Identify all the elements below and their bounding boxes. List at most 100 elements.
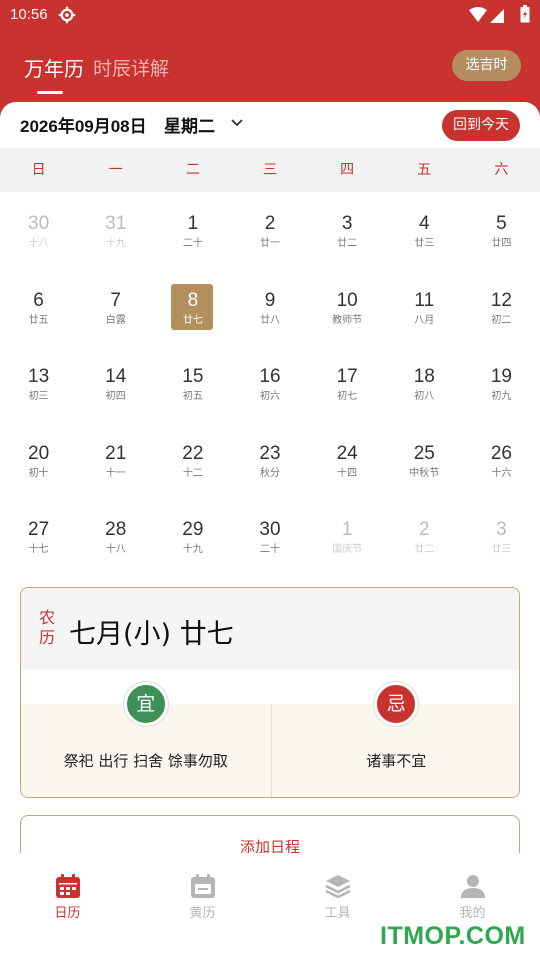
lunar-day-label: 十八 [105, 544, 126, 555]
lunar-day-label: 廿二 [337, 238, 358, 249]
weekday-header: 日 一 二 三 四 五 六 [0, 148, 540, 192]
lunar-day-label: 廿五 [28, 314, 49, 326]
calendar-day[interactable]: 2 廿二 [386, 502, 463, 579]
day-number: 30 [28, 213, 50, 234]
day-number: 15 [182, 366, 204, 387]
back-to-today-button[interactable]: 回到今天 [442, 110, 520, 141]
calendar-day[interactable]: 9 廿八 [231, 273, 308, 350]
nav-item-calendar[interactable]: 日历 [0, 853, 135, 960]
yi-column: 宜 祭祀 出行 扫舍 馀事勿取 [21, 682, 271, 797]
day-number: 24 [336, 442, 358, 464]
lunar-day-label: 廿八 [259, 314, 280, 326]
calendar-day[interactable]: 13 初三 [0, 349, 77, 426]
calendar-day[interactable]: 29 十九 [154, 502, 231, 579]
calendar-week-row: 20 初十 21 十一 22 十二 23 秋分 24 十四 25 中秋节 26 十六 [0, 426, 540, 503]
status-bar: 10:56 [0, 0, 540, 30]
calendar-day[interactable]: 27 十七 [0, 502, 77, 579]
calendar-day[interactable]: 25 中秋节 [386, 426, 463, 503]
calendar-day[interactable]: 4 廿三 [386, 196, 463, 273]
yi-badge: 宜 [123, 682, 168, 726]
lunar-day-label: 初五 [182, 391, 203, 402]
current-date[interactable]: 2026年09月08日 [20, 112, 147, 137]
lunar-tag: 农历 [39, 608, 56, 647]
calendar-day[interactable]: 16 初六 [231, 349, 308, 426]
weekday-thu: 四 [340, 162, 355, 178]
calendar-day[interactable]: 11 八月 [386, 273, 463, 350]
day-number: 3 [341, 213, 353, 234]
calendar-day[interactable]: 18 初八 [386, 349, 463, 426]
current-weekday[interactable]: 星期二 [164, 112, 215, 137]
calendar-week-row: 13 初三 14 初四 15 初五 16 初六 17 初七 18 初八 19 初九 [0, 349, 540, 426]
calendar-day[interactable]: 1 二十 [154, 196, 231, 273]
calendar-day[interactable]: 30 二十 [231, 502, 308, 579]
calendar-day[interactable]: 24 十四 [309, 426, 386, 503]
day-number: 30 [259, 519, 281, 540]
nav-label-almanac: 黄历 [189, 906, 216, 921]
tab-hour-details[interactable]: 时辰详解 [93, 54, 169, 81]
day-number: 2 [264, 213, 276, 234]
calendar-week-row: 30 十八 31 十九 1 二十 2 廿一 3 廿二 4 廿三 5 廿四 [0, 196, 540, 273]
ji-column: 忌 诸事不宜 [270, 682, 520, 797]
nav-label-tools: 工具 [324, 906, 351, 921]
calendar-day[interactable]: 17 初七 [309, 349, 386, 426]
calendar-day[interactable]: 15 初五 [154, 349, 231, 426]
calendar-day[interactable]: 30 十八 [0, 196, 77, 273]
lunar-day-label: 初七 [337, 391, 358, 402]
calendar-day[interactable]: 26 十六 [463, 426, 540, 503]
lunar-day-label: 廿三 [491, 544, 512, 555]
day-number: 12 [490, 289, 512, 311]
lunar-date: 七月(小) 廿七 [69, 619, 234, 650]
calendar-day-selected[interactable]: 8 廿七 [154, 273, 231, 350]
lunar-day-label: 初三 [28, 391, 49, 402]
day-number: 19 [490, 366, 512, 387]
user-icon [460, 875, 485, 898]
lunar-day-label: 秋分 [259, 467, 280, 479]
calendar-day[interactable]: 10 教师节 [309, 273, 386, 350]
day-number: 6 [33, 289, 44, 311]
nav-label-calendar: 日历 [54, 906, 81, 921]
lunar-day-label: 廿三 [414, 238, 435, 249]
weekday-wed: 三 [262, 162, 277, 178]
pick-auspicious-time-button[interactable]: 选吉时 [452, 50, 521, 81]
watermark: ITMOP.COM [380, 922, 526, 950]
calendar-day[interactable]: 14 初四 [77, 349, 154, 426]
lunar-day-label: 十九 [182, 544, 203, 555]
day-number: 2 [418, 519, 430, 540]
calendar-day[interactable]: 23 秋分 [231, 426, 308, 503]
tab-perpetual-calendar[interactable]: 万年历 [24, 53, 84, 82]
nav-item-almanac[interactable]: 黄历 [135, 853, 270, 960]
calendar-day[interactable]: 3 廿三 [463, 502, 540, 579]
calendar-day[interactable]: 20 初十 [0, 426, 77, 503]
calendar-day[interactable]: 31 十九 [77, 196, 154, 273]
calendar-day[interactable]: 21 十一 [77, 426, 154, 503]
calendar-day[interactable]: 5 廿四 [463, 196, 540, 273]
lunar-day-label: 廿二 [414, 544, 435, 555]
lunar-day-label: 十二 [182, 467, 203, 479]
calendar-day[interactable]: 22 十二 [154, 426, 231, 503]
day-number: 11 [414, 289, 435, 311]
lunar-day-label: 初二 [491, 314, 512, 326]
ji-badge: 忌 [374, 682, 419, 726]
calendar-day[interactable]: 3 廿二 [309, 196, 386, 273]
calendar-day[interactable]: 19 初九 [463, 349, 540, 426]
calendar-day[interactable]: 12 初二 [463, 273, 540, 350]
lunar-day-label: 十一 [105, 467, 126, 479]
lunar-day-label: 十七 [28, 544, 49, 555]
day-number: 31 [105, 213, 127, 234]
calendar-day[interactable]: 6 廿五 [0, 273, 77, 350]
day-number: 26 [490, 442, 512, 464]
calendar-day[interactable]: 2 廿一 [231, 196, 308, 273]
lunar-day-label: 初六 [259, 391, 280, 402]
calendar-day[interactable]: 28 十八 [77, 502, 154, 579]
weekday-tue: 二 [185, 162, 200, 178]
day-number: 1 [187, 213, 199, 234]
day-number: 8 [187, 289, 199, 311]
day-number: 21 [105, 442, 127, 464]
calendar-day[interactable]: 1 国庆节 [309, 502, 386, 579]
chevron-down-icon[interactable] [230, 118, 244, 128]
day-number: 20 [28, 442, 50, 464]
weekday-sat: 六 [494, 162, 509, 178]
day-number: 17 [336, 366, 358, 387]
lunar-day-label: 初四 [105, 391, 126, 402]
calendar-day[interactable]: 7 白露 [77, 273, 154, 350]
